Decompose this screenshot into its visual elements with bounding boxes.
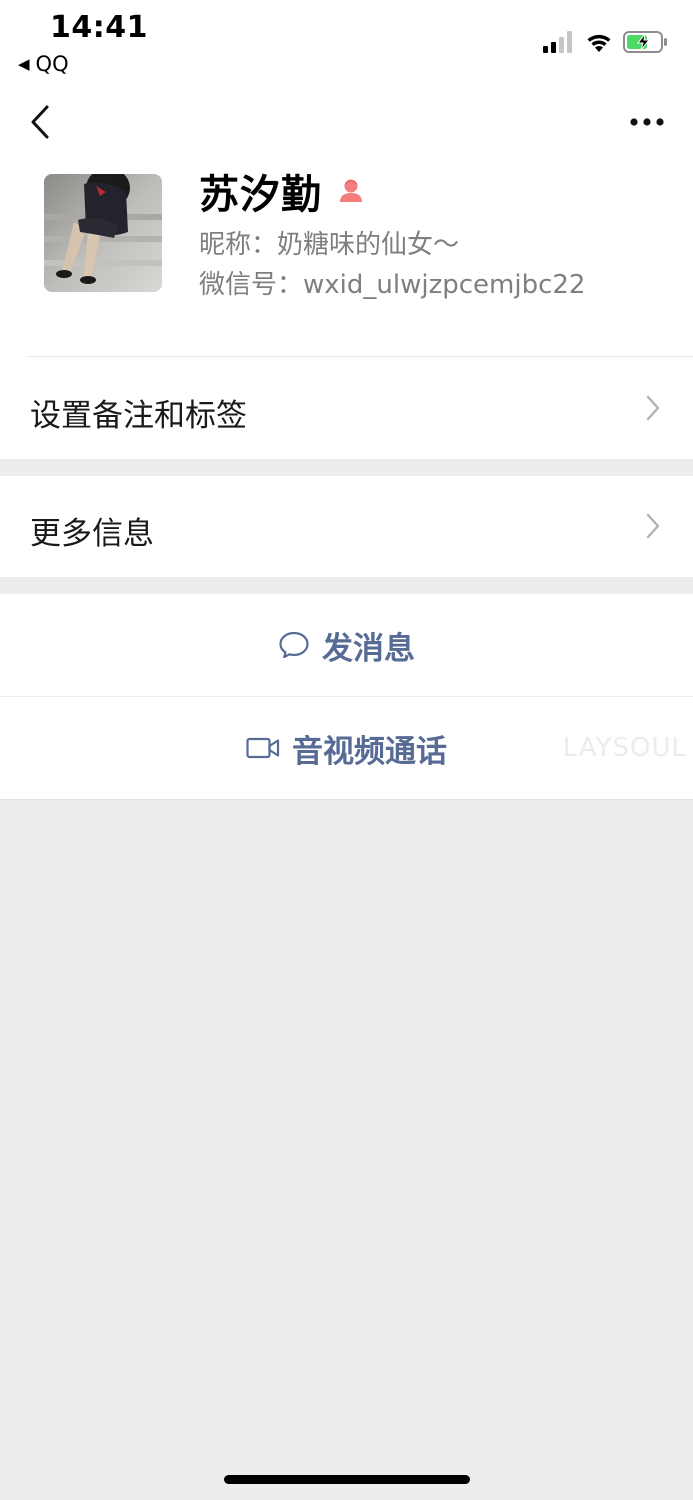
- more-options-button[interactable]: [627, 108, 667, 136]
- status-time: 14:41: [50, 10, 148, 45]
- profile-name: 苏汐勤: [199, 172, 322, 218]
- chevron-right-icon: [646, 513, 660, 539]
- wechat-id-text: 微信号：wxid_ulwjzpcemjbc22: [199, 270, 586, 300]
- video-camera-icon: [246, 737, 280, 759]
- battery-icon: [623, 31, 667, 53]
- set-remark-tags-label: 设置备注和标签: [30, 398, 247, 434]
- chevron-left-icon: [31, 105, 49, 139]
- profile-name-row: 苏汐勤: [199, 162, 364, 220]
- send-message-label: 发消息: [322, 630, 415, 667]
- video-call-label: 音视频通话: [292, 733, 447, 770]
- chat-bubble-icon: [279, 631, 309, 659]
- send-message-button[interactable]: 发消息: [0, 594, 693, 696]
- more-dots-icon: [630, 118, 664, 126]
- signal-icon: [543, 31, 572, 53]
- more-info-label: 更多信息: [30, 516, 154, 552]
- back-to-app-triangle-icon: ◀: [18, 55, 30, 73]
- chevron-right-icon: [646, 395, 660, 421]
- nickname-text: 昵称：奶糖味的仙女～: [199, 230, 460, 260]
- female-icon: [340, 179, 362, 202]
- back-to-app-label: QQ: [35, 52, 69, 76]
- status-icons: [543, 30, 669, 54]
- watermark: LAYSOUL: [562, 733, 687, 763]
- back-button[interactable]: [22, 100, 58, 144]
- more-info-row[interactable]: 更多信息: [0, 476, 693, 577]
- wifi-icon: [587, 34, 611, 52]
- set-remark-tags-row[interactable]: 设置备注和标签: [0, 357, 693, 459]
- avatar[interactable]: [44, 174, 162, 292]
- home-indicator[interactable]: [224, 1475, 470, 1484]
- back-to-app-button[interactable]: ◀ QQ: [18, 52, 69, 76]
